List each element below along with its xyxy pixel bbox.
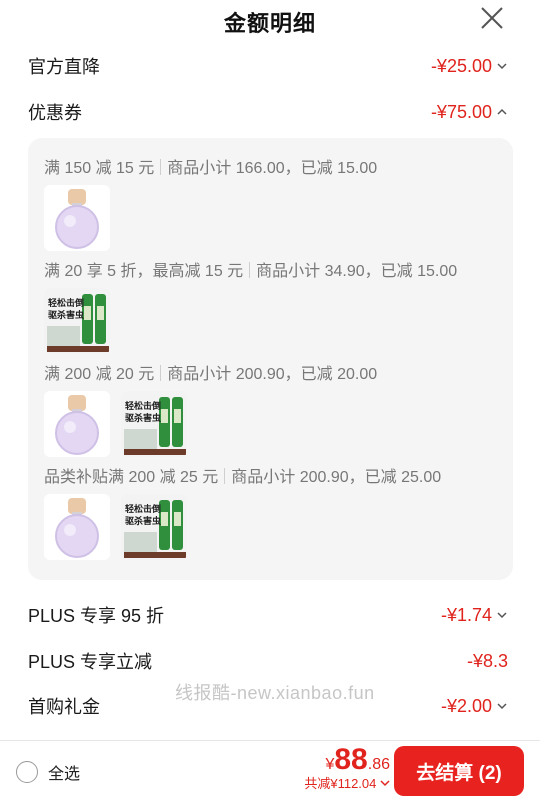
coupon-rule-3: 满 200 减 20 元商品小计 200.90，已减 20.00 <box>44 360 377 384</box>
perfume-product-thumb[interactable] <box>44 494 110 560</box>
coupon-rule-4: 品类补贴满 200 减 25 元商品小计 200.90，已减 25.00 <box>44 463 441 487</box>
coupon-label: 优惠券 <box>28 103 82 123</box>
insecticide-product-thumb[interactable]: 轻松击倒 驱杀害虫 <box>44 288 110 354</box>
insecticide-product-thumb[interactable]: 轻松击倒 驱杀害虫 <box>121 494 187 560</box>
select-all-radio[interactable] <box>16 761 38 783</box>
perfume-product-thumb[interactable] <box>44 185 110 251</box>
plus-instant-label: PLUS 专享立减 <box>28 652 153 672</box>
chevron-down-icon[interactable] <box>496 700 508 712</box>
close-icon[interactable] <box>480 6 504 30</box>
total-saved-text: 共减¥112.04 <box>304 776 377 791</box>
official-discount-amount: -¥25.00 <box>430 55 492 76</box>
coupon-row[interactable]: 优惠券 -¥75.00 <box>28 97 508 127</box>
insecticide-text-1: 轻松击倒 <box>48 297 84 309</box>
sheet-header: 金额明细 <box>0 0 540 44</box>
watermark: 线报酷-new.xianbao.fun <box>175 683 375 703</box>
plus-95-row[interactable]: PLUS 专享 95 折 -¥1.74 <box>28 600 508 630</box>
plus-instant-row: PLUS 专享立减 -¥8.3 <box>28 646 508 676</box>
perfume-product-thumb[interactable] <box>44 391 110 457</box>
chevron-down-icon[interactable] <box>496 609 508 621</box>
plus-95-label: PLUS 专享 95 折 <box>28 606 165 626</box>
insecticide-text-1: 轻松击倒 <box>125 400 161 412</box>
total-price: ¥88.86 <box>304 743 390 777</box>
coupon-condition: 满 200 减 20 元 <box>44 366 155 383</box>
select-all-toggle[interactable]: 全选 <box>16 760 80 784</box>
coupon-detail: 商品小计 200.90，已减 20.00 <box>167 366 378 383</box>
chevron-down-icon[interactable] <box>496 60 508 72</box>
coupon-rule-1: 满 150 减 15 元商品小计 166.00，已减 15.00 <box>44 154 377 178</box>
official-discount-row[interactable]: 官方直降 -¥25.00 <box>28 51 508 81</box>
price-decimal: .86 <box>367 756 390 773</box>
sheet-title: 金额明细 <box>223 11 316 36</box>
coupon-detail-panel: 满 150 减 15 元商品小计 166.00，已减 15.00 满 20 享 … <box>28 138 513 580</box>
coupon-rule-2: 满 20 享 5 折，最高减 15 元商品小计 34.90，已减 15.00 <box>44 257 457 281</box>
total-block[interactable]: ¥88.86 共减¥112.04 <box>304 743 390 792</box>
insecticide-product-thumb[interactable]: 轻松击倒 驱杀害虫 <box>121 391 187 457</box>
select-all-label: 全选 <box>48 766 81 783</box>
amount-detail-sheet: 金额明细 官方直降 -¥25.00 优惠券 -¥75.00 满 150 减 15… <box>0 0 540 740</box>
first-gift-amount: -¥2.00 <box>440 695 492 716</box>
official-discount-label: 官方直降 <box>28 57 100 77</box>
chevron-up-icon[interactable] <box>496 106 508 118</box>
insecticide-text-2: 驱杀害虫 <box>48 309 84 321</box>
insecticide-text-1: 轻松击倒 <box>125 503 161 515</box>
checkout-bar: 全选 ¥88.86 共减¥112.04 去结算 (2) <box>0 740 540 798</box>
coupon-detail: 商品小计 166.00，已减 15.00 <box>167 160 378 177</box>
coupon-condition: 品类补贴满 200 减 25 元 <box>44 469 219 486</box>
first-gift-label: 首购礼金 <box>28 697 100 717</box>
insecticide-text-2: 驱杀害虫 <box>125 412 161 424</box>
plus-95-amount: -¥1.74 <box>440 604 492 625</box>
insecticide-text-2: 驱杀害虫 <box>125 515 161 527</box>
total-saved[interactable]: 共减¥112.04 <box>304 773 390 792</box>
plus-instant-amount: -¥8.3 <box>466 650 508 671</box>
coupon-amount: -¥75.00 <box>430 101 492 122</box>
checkout-button[interactable]: 去结算 (2) <box>394 746 524 796</box>
chevron-down-icon <box>380 780 390 787</box>
coupon-detail: 商品小计 34.90，已减 15.00 <box>256 263 458 280</box>
price-integer: 88 <box>334 743 368 776</box>
coupon-detail: 商品小计 200.90，已减 25.00 <box>231 469 442 486</box>
coupon-condition: 满 20 享 5 折，最高减 15 元 <box>44 263 244 280</box>
coupon-condition: 满 150 减 15 元 <box>44 160 155 177</box>
